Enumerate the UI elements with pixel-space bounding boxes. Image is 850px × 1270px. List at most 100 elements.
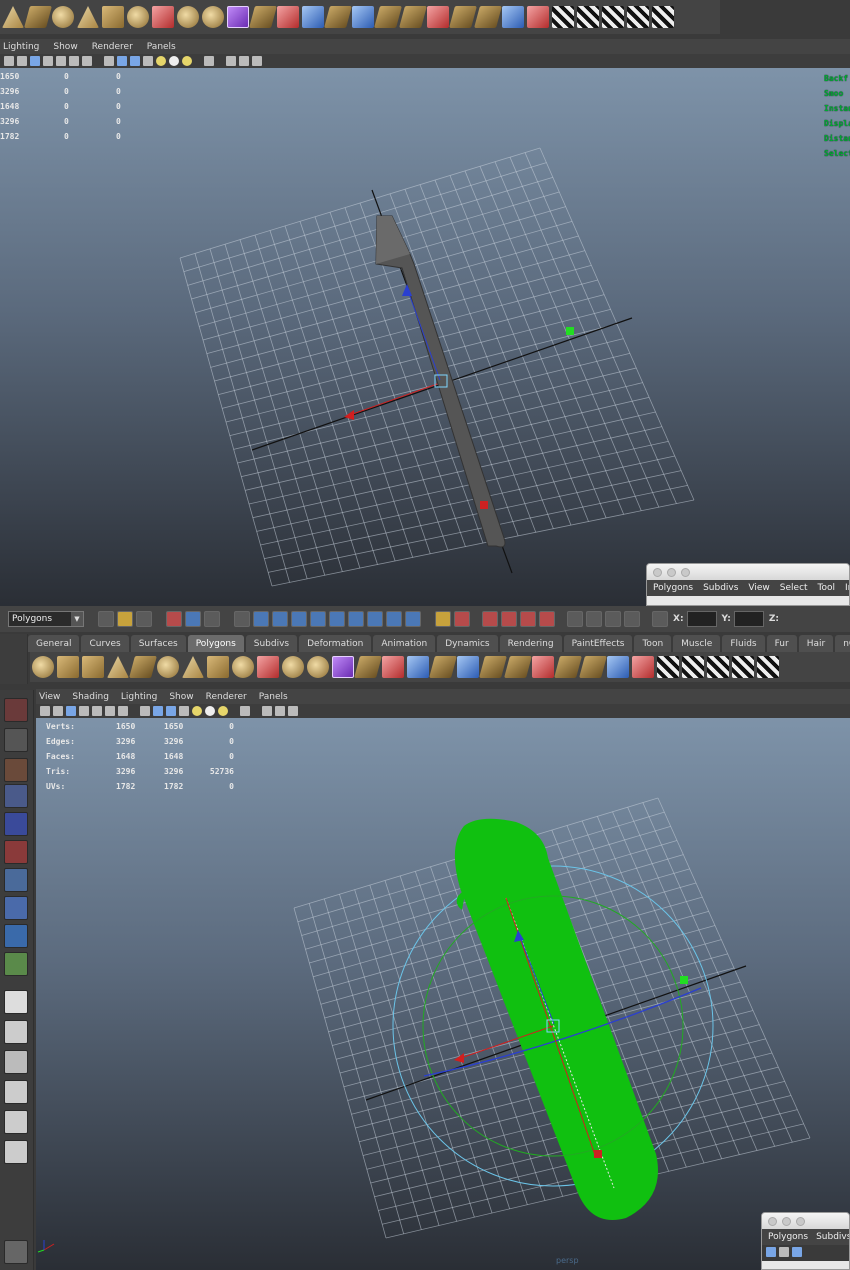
menu-in[interactable]: In [845, 583, 849, 593]
checker-icon[interactable] [757, 656, 779, 678]
cylinder-icon[interactable] [207, 656, 229, 678]
cylinder-icon[interactable] [102, 6, 124, 28]
handle-icon[interactable] [253, 611, 269, 627]
bounding-icon[interactable] [92, 706, 102, 716]
append-icon[interactable] [427, 6, 449, 28]
sphere-icon[interactable] [32, 656, 54, 678]
cube-textured-icon[interactable] [130, 56, 140, 66]
cube-shaded-icon[interactable] [153, 706, 163, 716]
checker-icon[interactable] [179, 706, 189, 716]
grid-icon[interactable] [17, 56, 27, 66]
tab-fur[interactable]: Fur [766, 635, 797, 652]
wireframe-icon[interactable] [66, 706, 76, 716]
frame-icon[interactable] [262, 706, 272, 716]
rotate-tool-icon[interactable] [4, 812, 28, 836]
render-settings-icon[interactable] [624, 611, 640, 627]
grid-icon[interactable] [766, 1247, 776, 1257]
misc-icon[interactable] [386, 611, 402, 627]
menu-show[interactable]: Show [169, 692, 193, 702]
menu-show[interactable]: Show [53, 42, 77, 52]
joint-icon[interactable] [272, 611, 288, 627]
zoom-icon[interactable] [796, 1216, 805, 1226]
lasso-tool-icon[interactable] [4, 728, 28, 752]
snap-point-icon[interactable] [501, 611, 517, 627]
show-manip-icon[interactable] [4, 924, 28, 948]
cube-textured-icon[interactable] [166, 706, 176, 716]
tab-dynamics[interactable]: Dynamics [437, 635, 498, 652]
soccer-ball-icon[interactable] [232, 656, 254, 678]
sculpt-icon[interactable] [527, 6, 549, 28]
outliner-pane-icon[interactable] [4, 1050, 28, 1074]
coord-x-input[interactable] [686, 611, 717, 627]
append-icon[interactable] [532, 656, 554, 678]
shadow-icon[interactable] [205, 706, 215, 716]
history-icon[interactable] [567, 611, 583, 627]
plane-icon[interactable] [129, 656, 157, 678]
combine-icon[interactable] [152, 6, 174, 28]
checker-icon[interactable] [657, 656, 679, 678]
merge-icon[interactable] [352, 6, 374, 28]
menu-tool[interactable]: Tool [818, 583, 835, 593]
uv-icon[interactable] [502, 6, 524, 28]
grid-icon[interactable] [53, 706, 63, 716]
select-tool-icon[interactable] [277, 6, 299, 28]
tab-ncloth[interactable]: nCloth [835, 635, 850, 652]
light-icon[interactable] [156, 56, 166, 66]
frame-all-icon[interactable] [275, 706, 285, 716]
checker-icon[interactable] [602, 6, 624, 28]
cube-wire-icon[interactable] [140, 706, 150, 716]
snap-grid-icon[interactable] [454, 611, 470, 627]
tab-painteffects[interactable]: PaintEffects [563, 635, 633, 652]
paint-select-icon[interactable] [4, 758, 28, 782]
tab-curves[interactable]: Curves [81, 635, 129, 652]
cube-shaded-icon[interactable] [117, 56, 127, 66]
save-scene-icon[interactable] [136, 611, 152, 627]
main-viewport[interactable]: Verts: 1650 1650 0 Edges: 3296 3296 0 Faces: 16… [36, 718, 850, 1270]
menu-select[interactable]: Select [780, 583, 808, 593]
tab-animation[interactable]: Animation [373, 635, 436, 652]
input-field-icon[interactable] [652, 611, 668, 627]
select-tool-icon[interactable] [4, 698, 28, 722]
snap-plane-icon[interactable] [520, 611, 536, 627]
bounding-icon[interactable] [56, 56, 66, 66]
checker-icon[interactable] [627, 6, 649, 28]
lock-icon[interactable] [435, 611, 451, 627]
cube-icon[interactable] [332, 656, 354, 678]
graph-pane-icon[interactable] [4, 1080, 28, 1104]
checker-icon[interactable] [707, 656, 729, 678]
tab-fluids[interactable]: Fluids [722, 635, 765, 652]
window-titlebar[interactable] [647, 564, 849, 580]
tab-deformation[interactable]: Deformation [299, 635, 372, 652]
texture-icon[interactable] [82, 56, 92, 66]
menu-panels[interactable]: Panels [147, 42, 176, 52]
checker-icon[interactable] [652, 6, 674, 28]
bevel-icon[interactable] [429, 656, 457, 678]
camera-icon[interactable] [40, 706, 50, 716]
surface-icon[interactable] [310, 611, 326, 627]
cylinder-icon[interactable] [82, 656, 104, 678]
xray-icon[interactable] [69, 56, 79, 66]
cube-icon[interactable] [227, 6, 249, 28]
close-icon[interactable] [653, 567, 662, 577]
tab-rendering[interactable]: Rendering [499, 635, 562, 652]
mode-select[interactable]: Polygons ▼ [8, 611, 84, 627]
checker-icon[interactable] [577, 6, 599, 28]
xray-icon[interactable] [105, 706, 115, 716]
menu-lighting[interactable]: Lighting [121, 692, 157, 702]
wireframe-icon[interactable] [30, 56, 40, 66]
extrude-icon[interactable] [249, 6, 277, 28]
shelf-options[interactable] [0, 634, 28, 684]
cube-wire-icon[interactable] [104, 56, 114, 66]
select-icon[interactable] [779, 1247, 789, 1257]
isolate-icon[interactable] [204, 56, 214, 66]
last-tool-icon[interactable] [4, 952, 28, 976]
move-tool-icon[interactable] [4, 784, 28, 808]
dynamics-icon[interactable] [348, 611, 364, 627]
isolate-icon[interactable] [240, 706, 250, 716]
render-frame-icon[interactable] [586, 611, 602, 627]
tab-subdivs[interactable]: Subdivs [245, 635, 298, 652]
camera-icon[interactable] [4, 56, 14, 66]
insert-loop-icon[interactable] [504, 656, 532, 678]
menu-view[interactable]: View [39, 692, 60, 702]
select-component-icon[interactable] [204, 611, 220, 627]
